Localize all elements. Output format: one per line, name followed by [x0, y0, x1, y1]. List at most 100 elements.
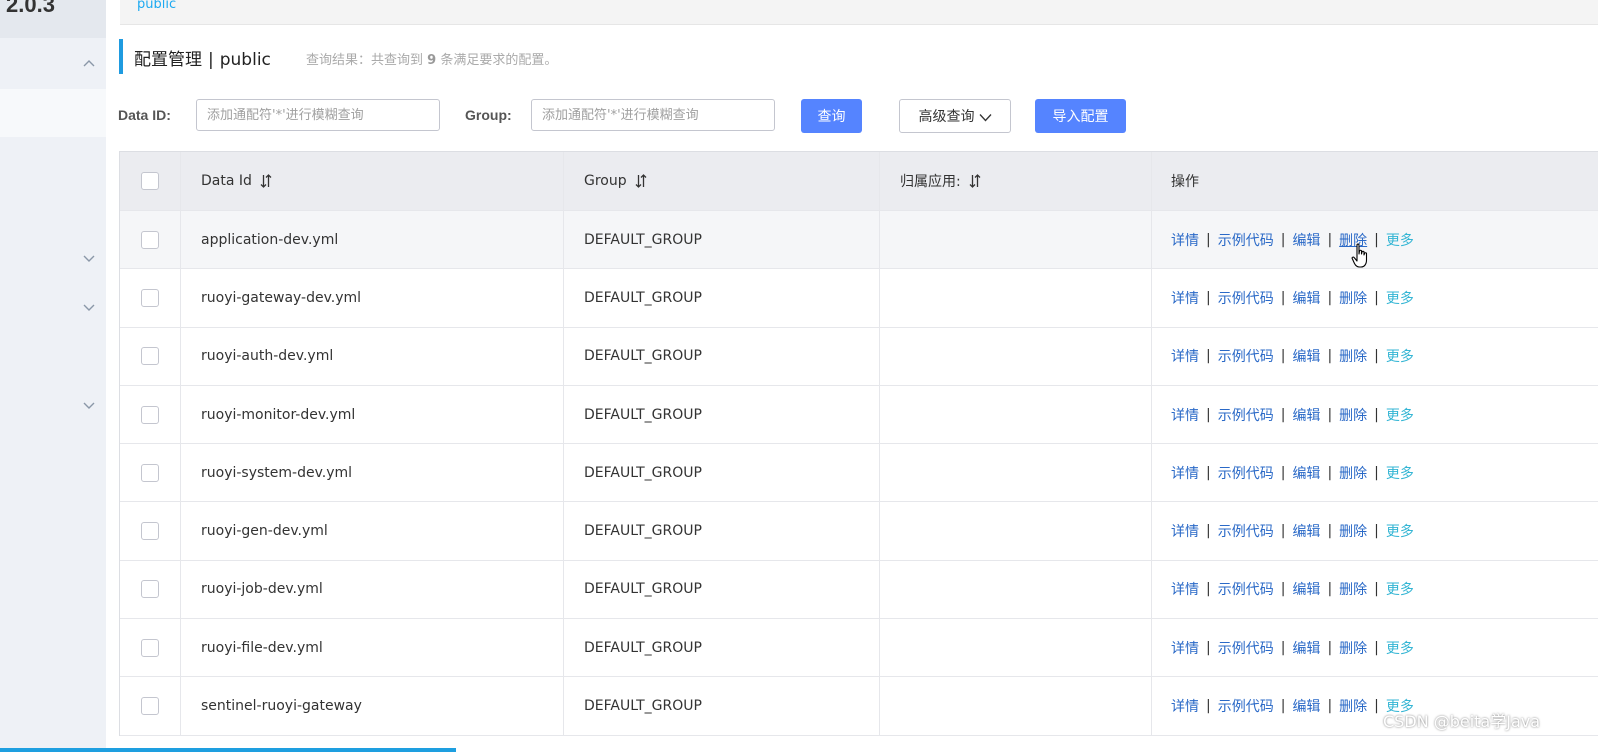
sort-icon[interactable] [635, 174, 647, 188]
more-link[interactable]: 更多 [1386, 230, 1414, 250]
table-row: ruoyi-system-dev.yml DEFAULT_GROUP 详情 | 示例… [120, 444, 1598, 503]
delete-link[interactable]: 删除 [1339, 696, 1367, 716]
delete-link[interactable]: 删除 [1339, 288, 1367, 308]
namespace-link-public[interactable]: public [137, 0, 176, 12]
more-link[interactable]: 更多 [1386, 579, 1414, 599]
row-checkbox[interactable] [141, 347, 159, 366]
chevron-down-icon [979, 113, 991, 121]
row-checkbox[interactable] [141, 638, 159, 657]
more-link[interactable]: 更多 [1386, 405, 1414, 425]
row-checkbox[interactable] [141, 463, 159, 482]
sample-code-link[interactable]: 示例代码 [1218, 288, 1274, 308]
more-link[interactable]: 更多 [1386, 463, 1414, 483]
row-checkbox[interactable] [141, 697, 159, 716]
column-header-data-id[interactable]: Data Id [181, 152, 564, 210]
delete-link[interactable]: 删除 [1339, 463, 1367, 483]
op-separator: | [1327, 289, 1333, 306]
op-separator: | [1280, 464, 1286, 481]
detail-link[interactable]: 详情 [1171, 346, 1199, 366]
op-separator: | [1280, 639, 1286, 656]
op-separator: | [1374, 698, 1379, 715]
cell-data-id: ruoyi-monitor-dev.yml [181, 385, 564, 444]
detail-link[interactable]: 详情 [1171, 638, 1199, 658]
edit-link[interactable]: 编辑 [1292, 521, 1320, 541]
table-row: ruoyi-gen-dev.yml DEFAULT_GROUP 详情 | 示例代码 |… [120, 502, 1598, 561]
sample-code-link[interactable]: 示例代码 [1218, 579, 1274, 599]
op-separator: | [1280, 523, 1286, 540]
row-checkbox-cell [120, 211, 181, 269]
delete-link[interactable]: 删除 [1339, 405, 1367, 425]
edit-link[interactable]: 编辑 [1292, 463, 1320, 483]
op-separator: | [1206, 406, 1211, 423]
edit-link[interactable]: 编辑 [1292, 696, 1320, 716]
sample-code-link[interactable]: 示例代码 [1218, 405, 1274, 425]
row-checkbox[interactable] [141, 288, 159, 307]
group-input[interactable] [531, 99, 775, 131]
data-id-input[interactable] [196, 99, 440, 131]
sample-code-link[interactable]: 示例代码 [1218, 638, 1274, 658]
column-header-group[interactable]: Group [564, 152, 880, 210]
delete-link[interactable]: 删除 [1339, 579, 1367, 599]
import-config-button[interactable]: 导入配置 [1035, 99, 1126, 133]
edit-link[interactable]: 编辑 [1292, 230, 1320, 250]
row-checkbox-cell [120, 327, 181, 385]
detail-link[interactable]: 详情 [1171, 579, 1199, 599]
edit-link[interactable]: 编辑 [1292, 579, 1320, 599]
query-button[interactable]: 查询 [801, 99, 862, 133]
edit-link[interactable]: 编辑 [1292, 346, 1320, 366]
op-separator: | [1327, 639, 1333, 656]
sample-code-link[interactable]: 示例代码 [1218, 346, 1274, 366]
delete-link[interactable]: 删除 [1339, 346, 1367, 366]
edit-link[interactable]: 编辑 [1292, 638, 1320, 658]
more-link[interactable]: 更多 [1386, 638, 1414, 658]
sample-code-link[interactable]: 示例代码 [1218, 521, 1274, 541]
more-link[interactable]: 更多 [1386, 521, 1414, 541]
detail-link[interactable]: 详情 [1171, 521, 1199, 541]
op-separator: | [1206, 698, 1211, 715]
sort-icon[interactable] [969, 174, 981, 188]
chevron-up-icon[interactable] [82, 57, 96, 71]
sample-code-link[interactable]: 示例代码 [1218, 230, 1274, 250]
detail-link[interactable]: 详情 [1171, 696, 1199, 716]
sample-code-link[interactable]: 示例代码 [1218, 696, 1274, 716]
detail-link[interactable]: 详情 [1171, 230, 1199, 250]
sort-icon[interactable] [260, 174, 272, 188]
chevron-down-icon[interactable] [82, 253, 96, 267]
query-result-suffix: 条满足要求的配置。 [440, 53, 558, 68]
detail-link[interactable]: 详情 [1171, 405, 1199, 425]
sidebar-version-header: 2.0.3 [0, 0, 106, 38]
namespace-bar: public [120, 0, 1598, 25]
op-separator: | [1374, 348, 1379, 365]
cell-data-id: ruoyi-gen-dev.yml [181, 502, 564, 560]
advanced-query-button[interactable]: 高级查询 [899, 99, 1011, 133]
op-separator: | [1206, 289, 1211, 306]
sample-code-link[interactable]: 示例代码 [1218, 463, 1274, 483]
op-separator: | [1206, 231, 1211, 248]
row-checkbox[interactable] [141, 522, 159, 541]
select-all-checkbox[interactable] [141, 172, 159, 190]
detail-link[interactable]: 详情 [1171, 463, 1199, 483]
hand-cursor-icon [1351, 243, 1368, 268]
sidebar-active-item[interactable] [0, 89, 106, 137]
row-checkbox[interactable] [141, 580, 159, 599]
page-title-text: 配置管理 [134, 50, 202, 70]
more-link[interactable]: 更多 [1386, 346, 1414, 366]
edit-link[interactable]: 编辑 [1292, 405, 1320, 425]
column-header-app[interactable]: 归属应用: [880, 152, 1152, 210]
detail-link[interactable]: 详情 [1171, 288, 1199, 308]
more-link[interactable]: 更多 [1386, 288, 1414, 308]
row-checkbox[interactable] [141, 230, 159, 249]
query-result-prefix: 查询结果：共查询到 [306, 53, 424, 68]
cell-app [880, 327, 1152, 385]
row-checkbox-cell [120, 269, 181, 327]
op-separator: | [1280, 406, 1286, 423]
row-checkbox[interactable] [141, 405, 159, 424]
delete-link[interactable]: 删除 [1339, 638, 1367, 658]
chevron-down-icon[interactable] [82, 400, 96, 414]
edit-link[interactable]: 编辑 [1292, 288, 1320, 308]
delete-link[interactable]: 删除 [1339, 521, 1367, 541]
op-separator: | [1280, 698, 1286, 715]
op-separator: | [1327, 231, 1333, 248]
header-checkbox-cell [120, 152, 181, 210]
chevron-down-icon[interactable] [82, 302, 96, 316]
